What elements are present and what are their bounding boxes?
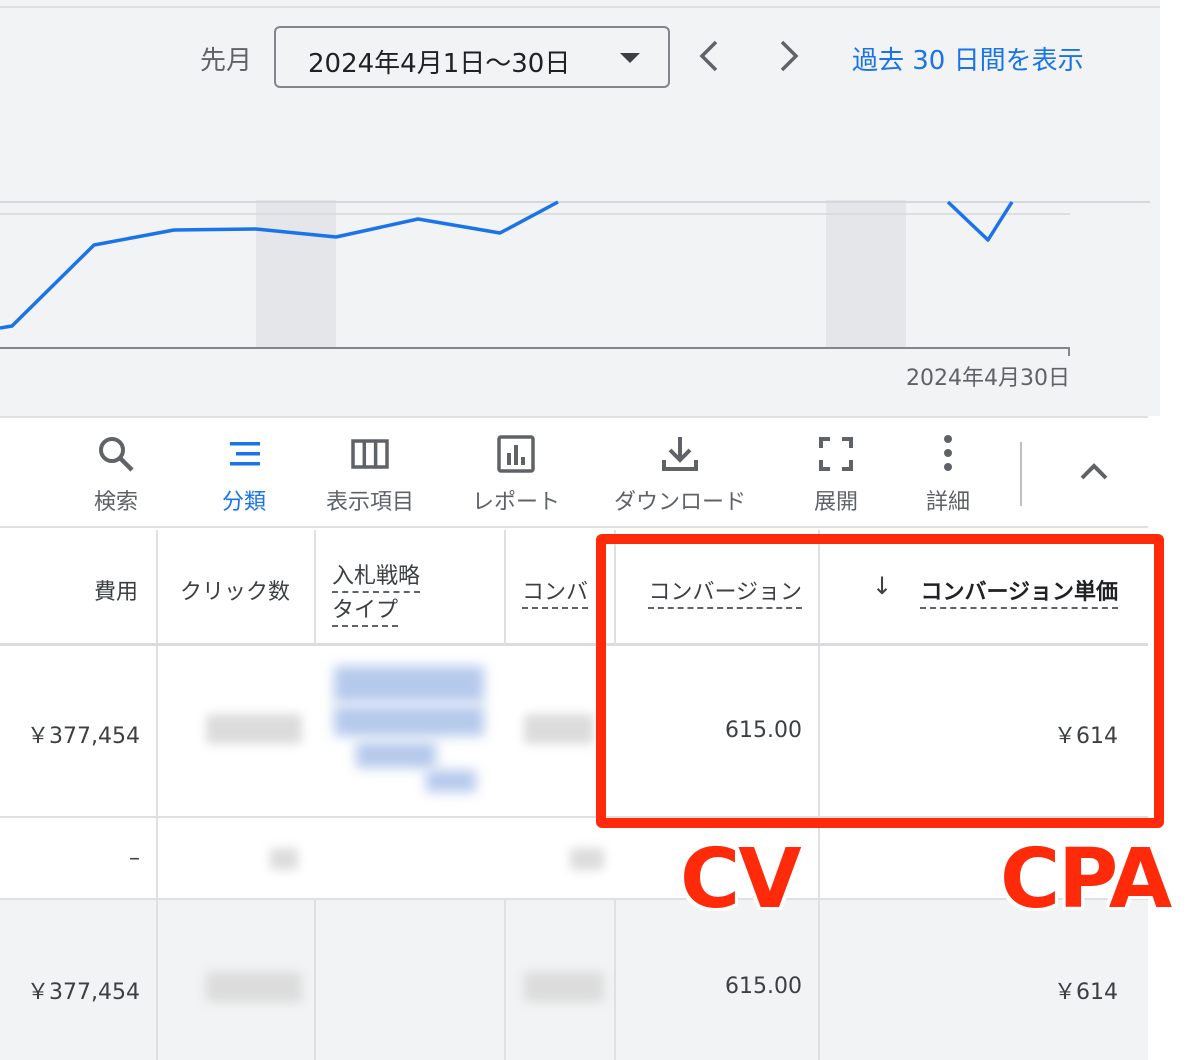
cell-cost: ￥377,454: [0, 646, 158, 816]
toolbar-search-label: 検索: [94, 490, 139, 515]
cell-conversions-truncated-redacted: [506, 818, 616, 898]
cell-cost: –: [0, 818, 158, 898]
redacted-value: [356, 742, 436, 768]
toolbar-segment-button[interactable]: 分類: [222, 434, 266, 516]
toolbar-expand-button[interactable]: 展開: [814, 434, 858, 516]
chevron-up-icon: [1080, 463, 1108, 480]
next-period-button[interactable]: [768, 36, 808, 76]
header-cost[interactable]: 費用: [0, 530, 158, 643]
annotation-cpa-label: CPA: [1000, 832, 1172, 927]
toolbar-divider: [1020, 442, 1022, 506]
toolbar-more-button[interactable]: 詳細: [926, 434, 970, 516]
toolbar-report-label: レポート: [472, 490, 561, 515]
weekend-band: [826, 200, 906, 348]
cell-clicks-redacted: [158, 900, 316, 1060]
toolbar-expand-label: 展開: [814, 490, 859, 515]
header-bid-strategy-line1: 入札戦略: [332, 558, 421, 593]
table-total-row: ￥377,454 615.00 ￥614: [0, 900, 1148, 1060]
redacted-value: [334, 706, 484, 736]
redacted-value: [524, 714, 594, 744]
toolbar-report-button[interactable]: レポート: [472, 434, 560, 516]
panel-top-border: [0, 6, 1160, 8]
header-bid-strategy[interactable]: 入札戦略 タイプ: [316, 530, 506, 643]
toolbar-more-label: 詳細: [926, 490, 971, 515]
toolbar-search-button[interactable]: 検索: [94, 434, 138, 516]
header-bid-strategy-line2: タイプ: [332, 592, 399, 627]
caret-down-icon: [620, 53, 640, 63]
toolbar-columns-label: 表示項目: [326, 490, 415, 515]
header-conversions-truncated-label: コンバ: [522, 574, 589, 609]
annotation-highlight-box: [596, 534, 1164, 828]
date-range-label: 先月: [200, 46, 253, 76]
toolbar-segment-label: 分類: [222, 490, 267, 515]
date-range-select[interactable]: 2024年4月1日〜30日: [274, 26, 670, 88]
cell-cost-value: –: [129, 846, 140, 871]
redacted-value: [570, 848, 604, 870]
redacted-value: [206, 714, 302, 744]
cell-conversions-value: 615.00: [725, 974, 802, 999]
performance-chart-panel: 先月 2024年4月1日〜30日 過去 30 日間を表示 2024年4月30日: [0, 0, 1160, 416]
redacted-value: [334, 666, 484, 702]
fullscreen-icon: [819, 437, 853, 471]
cell-bid-strategy: [316, 900, 506, 1060]
show-last-30-days-link[interactable]: 過去 30 日間を表示: [852, 40, 1084, 77]
redacted-value: [524, 972, 604, 1002]
cell-bid-strategy: [316, 818, 506, 898]
chevron-left-icon: [699, 40, 718, 72]
series-line-segment: [946, 200, 1014, 242]
cell-bid-strategy-redacted: [316, 646, 506, 816]
header-clicks[interactable]: クリック数: [158, 530, 316, 643]
segment-icon: [230, 442, 260, 466]
toolbar-download-label: ダウンロード: [614, 490, 747, 515]
table-row[interactable]: –: [0, 818, 1148, 900]
more-vert-icon: [944, 435, 952, 471]
header-clicks-label: クリック数: [180, 580, 291, 605]
search-icon: [99, 437, 134, 472]
cell-cost: ￥377,454: [0, 900, 158, 1060]
download-icon: [662, 437, 698, 471]
redacted-value: [270, 848, 298, 870]
toolbar-columns-button[interactable]: 表示項目: [326, 434, 414, 516]
weekend-band: [256, 200, 336, 348]
columns-icon: [351, 439, 389, 469]
cell-conversions-truncated-redacted: [506, 900, 616, 1060]
chevron-right-icon: [780, 40, 799, 72]
date-range-value: 2024年4月1日〜30日: [308, 49, 571, 79]
cell-cost-per-conversion-value: ￥614: [1054, 980, 1118, 1005]
chart-x-tick-label: 2024年4月30日: [906, 366, 1070, 391]
redacted-value: [426, 770, 476, 792]
cell-clicks-redacted: [158, 818, 316, 898]
redacted-value: [206, 972, 302, 1002]
header-cost-label: 費用: [93, 580, 138, 605]
report-icon: [497, 435, 535, 473]
collapse-chart-button[interactable]: [1076, 452, 1112, 492]
previous-period-button[interactable]: [690, 36, 730, 76]
cell-cost-value: ￥377,454: [27, 724, 140, 749]
toolbar-download-button[interactable]: ダウンロード: [614, 434, 746, 516]
cell-cost-value: ￥377,454: [27, 980, 140, 1005]
annotation-cv-label: CV: [680, 832, 802, 927]
cell-clicks-redacted: [158, 646, 316, 816]
table-toolbar: 検索 分類 表示項目 レポート ダウンロード 展開 詳細: [0, 416, 1148, 528]
